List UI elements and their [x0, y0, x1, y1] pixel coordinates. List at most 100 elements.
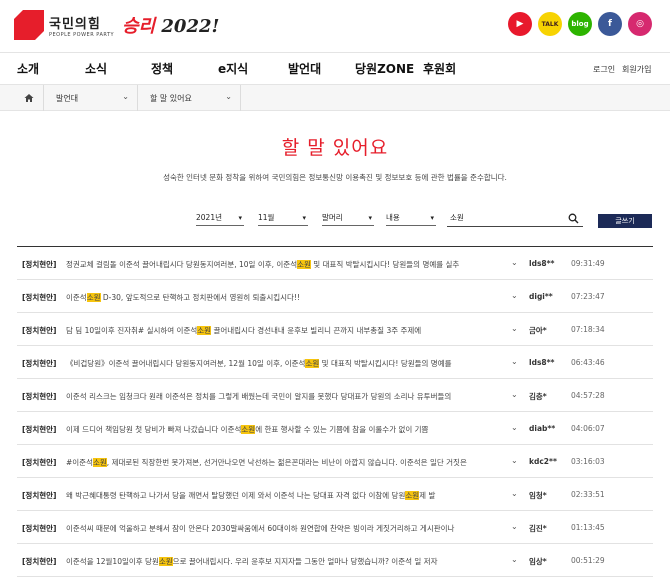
post-title[interactable]: 정권교체 걸림돌 이준석 끌어내립시다 당원동지여러분, 10일 이후, 이준석…	[66, 259, 499, 270]
chevron-down-icon[interactable]: ⌄	[511, 324, 518, 333]
post-row[interactable]: [정치현안] 이준석소원 D-30, 앞도적으로 탄핵하고 정치판에서 영원히 퇴…	[17, 280, 653, 313]
post-time: 04:06:07	[571, 424, 605, 433]
post-author: 김층*	[529, 392, 547, 401]
post-time: 04:57:28	[571, 391, 605, 400]
post-category: [정치현안]	[22, 491, 57, 500]
post-title[interactable]: 이제 드디어 책임당원 첫 당비가 빠져 나갔습니다 이준석소원에 한표 행사할…	[66, 424, 499, 435]
post-time: 00:51:29	[571, 556, 605, 565]
post-author: 김진*	[529, 524, 547, 533]
party-logo[interactable]: 국민의힘 PEOPLE POWER PARTY	[14, 10, 114, 40]
post-author: digi**	[529, 292, 553, 301]
login-link[interactable]: 로그인	[593, 64, 615, 75]
breadcrumb: 발언대 ⌄ 할 말 있어요 ⌄	[0, 85, 670, 111]
page-description: 성숙한 인터넷 문화 정착을 위하여 국민의힘은 정보통신망 이용촉진 및 정보…	[163, 173, 507, 182]
post-author: diab**	[529, 424, 556, 433]
post-author: 임상*	[529, 557, 547, 566]
youtube-icon[interactable]: ▶	[508, 12, 532, 36]
nav-item-donation[interactable]: 후원회	[423, 60, 456, 77]
chevron-down-icon[interactable]: ⌄	[511, 357, 518, 366]
search-highlight: 소원	[158, 557, 173, 566]
home-icon[interactable]	[18, 89, 40, 107]
search-highlight: 소원	[241, 425, 256, 434]
search-highlight: 소원	[297, 260, 311, 269]
post-title[interactable]: 담 딤 10일이후 진자취# 실시하여 이준석소원 끌어내립시다 경선내내 윤후…	[66, 325, 499, 336]
chevron-down-icon[interactable]: ⌄	[511, 555, 518, 564]
post-row[interactable]: [정치현안] 《비겁당원》이준석 끌어내립시다 당원동지여러분, 12월 10일 …	[17, 346, 653, 379]
post-row[interactable]: [정치현안] 이준석씨 때문에 억울하고 분해서 잠이 안온다 2030말싸움에서…	[17, 511, 653, 544]
category-select[interactable]: 말머리 ▾	[322, 212, 374, 226]
post-title[interactable]: 이준석소원 D-30, 앞도적으로 탄핵하고 정치판에서 영원히 퇴출시킵시다!…	[66, 292, 499, 303]
post-time: 07:23:47	[571, 292, 605, 301]
nav-item-member-zone[interactable]: 당원ZONE	[355, 60, 414, 77]
post-category: [정치현안]	[22, 557, 57, 566]
post-title[interactable]: 《비겁당원》이준석 끌어내립시다 당원동지여러분, 12월 10일 이후, 이준…	[66, 358, 499, 369]
logo-subtitle: PEOPLE POWER PARTY	[49, 31, 115, 38]
post-time: 03:16:03	[571, 457, 605, 466]
post-author: 금아*	[529, 326, 547, 335]
post-category: [정치현안]	[22, 458, 57, 467]
post-title[interactable]: 이준석 리스크는 임청크다 원래 이준석은 정치를 그렇게 배웠는데 국민이 알…	[66, 391, 499, 402]
post-author: lds8**	[529, 358, 555, 367]
search-input[interactable]: 소원	[447, 212, 583, 227]
post-row[interactable]: [정치현안] #이준석소원, 제대로된 직장한번 못가져본, 선거만나오면 낙선하…	[17, 445, 653, 478]
chevron-down-icon: ⌄	[122, 92, 129, 101]
month-select[interactable]: 11월 ▾	[258, 212, 308, 226]
search-highlight: 소원	[305, 359, 320, 368]
post-title[interactable]: 이준석을 12월10일이후 당원소원으로 끌어내립시다. 우리 윤후보 지지자들…	[66, 556, 499, 567]
post-author: 임청*	[529, 491, 547, 500]
post-category: [정치현안]	[22, 260, 57, 269]
post-row[interactable]: [정치현안] 이준석 리스크는 임청크다 원래 이준석은 정치를 그렇게 배웠는데…	[17, 379, 653, 412]
site-header: 국민의힘 PEOPLE POWER PARTY 승리 2022! ▶ TALK bl…	[0, 0, 670, 52]
post-row[interactable]: [정치현안] 담 딤 10일이후 진자취# 실시하여 이준석소원 끌어내립시다 경…	[17, 313, 653, 346]
post-author: lds8**	[529, 259, 555, 268]
breadcrumb-level1-select[interactable]: 발언대 ⌄	[43, 85, 137, 111]
post-row[interactable]: [정치현안] 왜 박근혜대통령 탄핵하고 나가서 당을 깨면서 탈당했던 이제 와…	[17, 478, 653, 511]
post-category: [정치현안]	[22, 524, 57, 533]
post-title[interactable]: 왜 박근혜대통령 탄핵하고 나가서 당을 깨면서 탈당했던 이제 와서 이준석 …	[66, 490, 499, 501]
chevron-down-icon[interactable]: ⌄	[511, 522, 518, 531]
post-category: [정치현안]	[22, 392, 57, 401]
nav-item-policy[interactable]: 정책	[151, 60, 173, 77]
post-time: 06:43:46	[571, 358, 605, 367]
nav-item-forum[interactable]: 발언대	[288, 60, 321, 77]
chevron-down-icon[interactable]: ⌄	[511, 489, 518, 498]
nav-item-news[interactable]: 소식	[85, 60, 107, 77]
blog-icon[interactable]: blog	[568, 12, 592, 36]
search-field-select[interactable]: 내용 ▾	[386, 212, 436, 226]
kakao-icon[interactable]: TALK	[538, 12, 562, 36]
instagram-icon[interactable]: ◎	[628, 12, 652, 36]
chevron-down-icon[interactable]: ⌄	[511, 258, 518, 267]
post-row[interactable]: [정치현안] 이제 드디어 책임당원 첫 당비가 빠져 나갔습니다 이준석소원에 …	[17, 412, 653, 445]
social-links: ▶ TALK blog f ◎	[508, 12, 652, 36]
chevron-down-icon[interactable]: ⌄	[511, 291, 518, 300]
post-time: 07:18:34	[571, 325, 605, 334]
post-category: [정치현안]	[22, 359, 57, 368]
search-highlight: 소원	[92, 458, 107, 467]
caret-down-icon: ▾	[302, 214, 306, 222]
chevron-down-icon[interactable]: ⌄	[511, 390, 518, 399]
chevron-down-icon: ⌄	[225, 92, 232, 101]
chevron-down-icon[interactable]: ⌄	[511, 423, 518, 432]
post-title[interactable]: #이준석소원, 제대로된 직장한번 못가져본, 선거만나오면 낙선하는 젊은꼰대…	[66, 457, 499, 468]
join-link[interactable]: 회원가입	[622, 64, 651, 75]
year-select[interactable]: 2021년 ▾	[196, 212, 244, 226]
party-logo-mark	[14, 10, 44, 40]
chevron-down-icon[interactable]: ⌄	[511, 456, 518, 465]
caret-down-icon: ▾	[368, 214, 372, 222]
post-title[interactable]: 이준석씨 때문에 억울하고 분해서 잠이 안온다 2030말싸움에서 60대이하…	[66, 523, 499, 534]
main-nav: 소개 소식 정책 e지식 발언대 당원ZONE 후원회 로그인 회원가입	[0, 52, 670, 85]
nav-item-intro[interactable]: 소개	[17, 60, 39, 77]
search-highlight: 소원	[405, 491, 420, 500]
post-category: [정치현안]	[22, 293, 57, 302]
post-row[interactable]: [정치현안] 정권교체 걸림돌 이준석 끌어내립시다 당원동지여러분, 10일 이…	[17, 247, 653, 280]
logo-name: 국민의힘	[49, 16, 101, 32]
post-row[interactable]: [정치현안] 이준석을 12월10일이후 당원소원으로 끌어내립시다. 우리 윤후…	[17, 544, 653, 577]
search-icon[interactable]	[568, 213, 579, 226]
search-highlight: 소원	[197, 326, 212, 335]
post-author: kdc2**	[529, 457, 557, 466]
write-button[interactable]: 글쓰기	[598, 214, 652, 228]
nav-item-eknowledge[interactable]: e지식	[218, 60, 248, 77]
breadcrumb-level2-select[interactable]: 할 말 있어요 ⌄	[137, 85, 241, 111]
facebook-icon[interactable]: f	[598, 12, 622, 36]
caret-down-icon: ▾	[238, 214, 242, 222]
